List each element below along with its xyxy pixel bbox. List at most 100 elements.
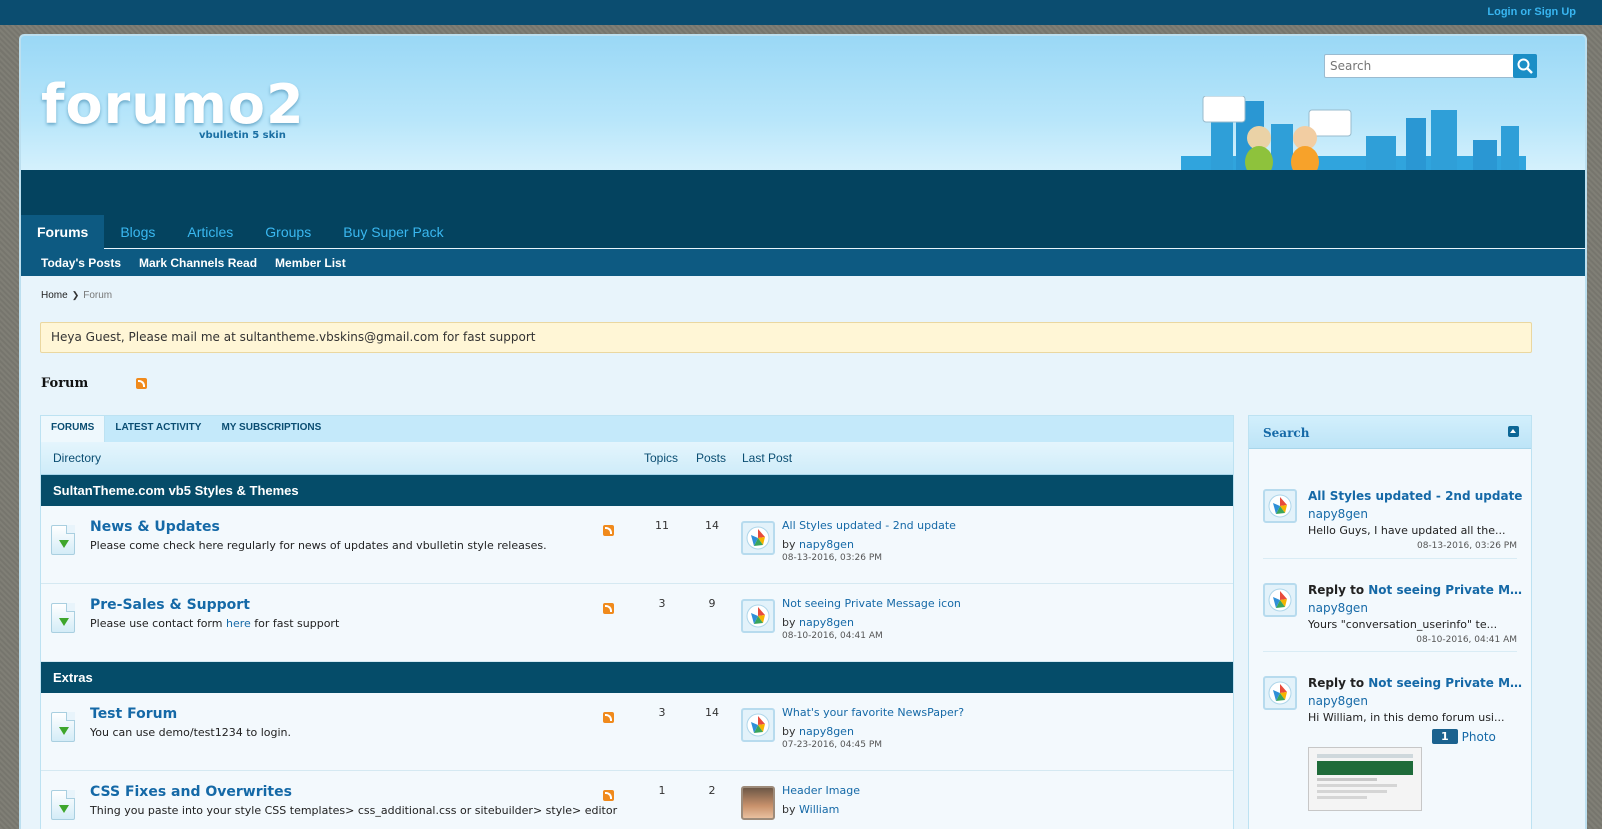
topics-count: 1 — [658, 784, 666, 797]
desc-text: for fast support — [250, 617, 340, 630]
forum-title-link[interactable]: News & Updates — [90, 519, 220, 535]
forum-row: CSS Fixes and Overwrites Thing you paste… — [41, 771, 1233, 829]
activity-date: 08-10-2016, 04:41 AM — [1416, 635, 1517, 645]
last-post-title-link[interactable]: What's your favorite NewsPaper? — [782, 706, 964, 719]
avatar[interactable] — [1263, 489, 1297, 523]
tab-groups[interactable]: Groups — [249, 215, 327, 249]
rss-feed-icon[interactable] — [136, 378, 147, 389]
by-label: by — [782, 725, 799, 738]
activity-title[interactable]: Not seeing Private Mes... — [1368, 583, 1523, 597]
activity-sidebar: Search All Styles updated - 2nd update n… — [1248, 415, 1532, 829]
by-label: by — [782, 616, 799, 629]
forum-description: Please use contact form here for fast su… — [90, 617, 339, 630]
activity-user-link[interactable]: napy8gen — [1308, 507, 1368, 521]
last-post-user-link[interactable]: napy8gen — [799, 725, 854, 738]
tab-blogs[interactable]: Blogs — [104, 215, 171, 249]
forum-description: You can use demo/test1234 to login. — [90, 726, 292, 739]
category-header[interactable]: SultanTheme.com vb5 Styles & Themes — [41, 475, 1233, 506]
default-avatar-icon — [1268, 494, 1292, 518]
sub-nav: Today's Posts Mark Channels Read Member … — [21, 249, 1585, 276]
site-logo-subtitle: vbulletin 5 skin — [199, 130, 286, 141]
topics-count: 11 — [655, 519, 669, 532]
last-post-user-link[interactable]: William — [799, 803, 839, 816]
activity-title[interactable]: All Styles updated - 2nd update — [1308, 489, 1522, 503]
default-avatar-icon — [1268, 681, 1292, 705]
avatar[interactable] — [741, 521, 775, 555]
category-header[interactable]: Extras — [41, 662, 1233, 693]
last-post-user-link[interactable]: napy8gen — [799, 538, 854, 551]
avatar[interactable] — [741, 708, 775, 742]
subnav-member-list[interactable]: Member List — [275, 256, 346, 270]
activity-date: 08-13-2016, 03:26 PM — [1416, 541, 1517, 551]
breadcrumb-home[interactable]: Home — [41, 290, 68, 301]
tab-forums[interactable]: Forums — [21, 215, 105, 249]
sidebar-header: Search — [1249, 416, 1531, 449]
activity-item: Reply to Not seeing Private Mes... napy8… — [1263, 652, 1523, 829]
forum-directory-panel: FORUMS LATEST ACTIVITY MY SUBSCRIPTIONS … — [40, 415, 1234, 829]
activity-item: Reply to Not seeing Private Mes... napy8… — [1263, 559, 1523, 652]
posts-count: 2 — [708, 784, 716, 797]
forum-description: Please come check here regularly for new… — [90, 539, 547, 552]
activity-user-link[interactable]: napy8gen — [1308, 601, 1368, 615]
forum-title-link[interactable]: Pre-Sales & Support — [90, 597, 250, 613]
tab-latest-activity[interactable]: LATEST ACTIVITY — [105, 416, 211, 442]
column-header: Directory Topics Posts Last Post — [41, 442, 1233, 475]
activity-excerpt: Hi William, in this demo forum usi... — [1308, 711, 1505, 724]
tab-articles[interactable]: Articles — [171, 215, 249, 249]
last-post-title-link[interactable]: All Styles updated - 2nd update — [782, 519, 956, 532]
rss-feed-icon[interactable] — [603, 525, 614, 536]
by-label: by — [782, 803, 799, 816]
photo-thumbnail[interactable] — [1308, 747, 1422, 811]
default-avatar-icon — [1268, 588, 1292, 612]
avatar[interactable] — [741, 786, 775, 820]
last-post-user-link[interactable]: napy8gen — [799, 616, 854, 629]
tab-buy-super-pack[interactable]: Buy Super Pack — [327, 215, 459, 249]
subnav-todays-posts[interactable]: Today's Posts — [41, 256, 121, 270]
forum-title-link[interactable]: CSS Fixes and Overwrites — [90, 784, 292, 800]
activity-prefix: Reply to — [1308, 583, 1369, 597]
forum-title-link[interactable]: Test Forum — [90, 706, 177, 722]
default-avatar-icon — [746, 713, 770, 737]
header-search-box[interactable]: ▼ — [1324, 54, 1537, 78]
contact-form-link[interactable]: here — [226, 617, 251, 630]
activity-title-link[interactable]: Reply to Not seeing Private Mes... — [1308, 583, 1523, 597]
breadcrumb-current: Forum — [83, 290, 113, 301]
activity-title[interactable]: Not seeing Private Mes... — [1368, 676, 1523, 690]
default-avatar-icon — [746, 526, 770, 550]
activity-user-link[interactable]: napy8gen — [1308, 694, 1368, 708]
sidebar-title: Search — [1263, 426, 1310, 440]
subnav-mark-channels-read[interactable]: Mark Channels Read — [139, 256, 257, 270]
photo-count-link[interactable]: 1 Photo — [1432, 729, 1496, 744]
tab-my-subscriptions[interactable]: MY SUBSCRIPTIONS — [211, 416, 331, 442]
login-signup-link[interactable]: Login or Sign Up — [1487, 6, 1576, 18]
forum-read-icon — [51, 790, 75, 820]
avatar[interactable] — [1263, 676, 1297, 710]
default-avatar-icon — [746, 604, 770, 628]
city-characters-illustration — [1181, 96, 1526, 176]
forum-row: Test Forum You can use demo/test1234 to … — [41, 693, 1233, 771]
rss-feed-icon[interactable] — [603, 603, 614, 614]
last-post-by: by napy8gen — [782, 725, 854, 738]
forum-tabs: FORUMS LATEST ACTIVITY MY SUBSCRIPTIONS — [41, 416, 1233, 442]
rss-feed-icon[interactable] — [603, 712, 614, 723]
page-frame: forumo2 vbulletin 5 skin ▼ — [19, 34, 1587, 829]
search-button[interactable] — [1513, 54, 1537, 78]
activity-title-link[interactable]: Reply to Not seeing Private Mes... — [1308, 676, 1523, 690]
avatar[interactable] — [741, 599, 775, 633]
magnifier-icon — [1517, 58, 1533, 74]
last-post-date: 07-23-2016, 04:45 PM — [782, 740, 883, 750]
last-post-title-link[interactable]: Header Image — [782, 784, 860, 797]
header-search-input[interactable] — [1330, 56, 1490, 76]
avatar[interactable] — [1263, 583, 1297, 617]
tab-forums-list[interactable]: FORUMS — [41, 416, 106, 442]
activity-title-link[interactable]: All Styles updated - 2nd update — [1308, 489, 1522, 503]
last-post-title-link[interactable]: Not seeing Private Message icon — [782, 597, 961, 610]
desc-text: Please use contact form — [90, 617, 226, 630]
site-logo[interactable]: forumo2 — [41, 78, 305, 132]
forum-read-icon — [51, 525, 75, 555]
photo-count-badge: 1 — [1432, 729, 1458, 744]
rss-feed-icon[interactable] — [603, 790, 614, 801]
breadcrumb: Home ❯ Forum — [41, 290, 112, 301]
topics-count: 3 — [658, 597, 666, 610]
collapse-icon[interactable] — [1508, 426, 1519, 437]
